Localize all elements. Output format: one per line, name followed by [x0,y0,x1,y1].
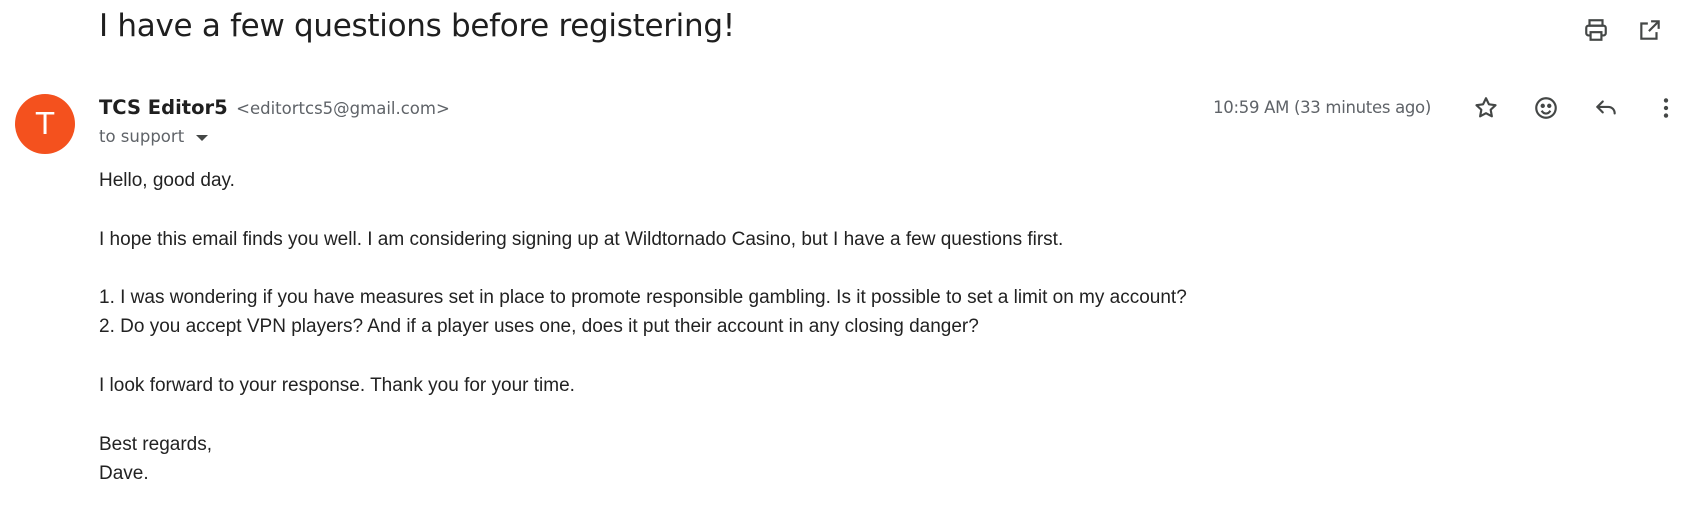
more-options-button[interactable] [1650,92,1682,124]
sender-line: TCS Editor5 <editortcs5@gmail.com> [99,96,450,119]
body-question-1: 1. I was wondering if you have measures … [99,287,1187,309]
star-button[interactable] [1470,92,1502,124]
sender-email: <editortcs5@gmail.com> [236,99,450,118]
body-signature: Dave. [99,462,149,484]
print-icon [1585,19,1607,41]
sender-name[interactable]: TCS Editor5 [99,96,228,119]
body-closing: I look forward to your response. Thank y… [99,375,575,397]
more-options-icon [1663,98,1669,118]
body-intro: I hope this email finds you well. I am c… [99,228,1064,250]
email-subject: I have a few questions before registerin… [99,8,735,44]
recipient-details[interactable]: to support [99,127,209,146]
message-body: Hello, good day. I hope this email finds… [99,166,1187,488]
star-icon [1475,97,1497,118]
body-signoff: Best regards, [99,433,212,455]
chevron-down-icon[interactable] [196,134,209,141]
subject-toolbar [1580,14,1666,46]
message-toolbar [1470,92,1682,124]
body-question-2: 2. Do you accept VPN players? And if a p… [99,316,979,338]
open-in-new-window-icon [1640,20,1660,40]
reply-button[interactable] [1590,92,1622,124]
add-reaction-button[interactable] [1530,92,1562,124]
emoji-reaction-icon [1535,97,1557,119]
message-timestamp: 10:59 AM (33 minutes ago) [1213,98,1431,117]
body-greeting: Hello, good day. [99,170,235,191]
sender-avatar[interactable]: T [15,94,75,154]
open-in-new-window-button[interactable] [1634,14,1666,46]
reply-icon [1596,100,1616,115]
print-button[interactable] [1580,14,1612,46]
recipient-text: to support [99,127,185,146]
